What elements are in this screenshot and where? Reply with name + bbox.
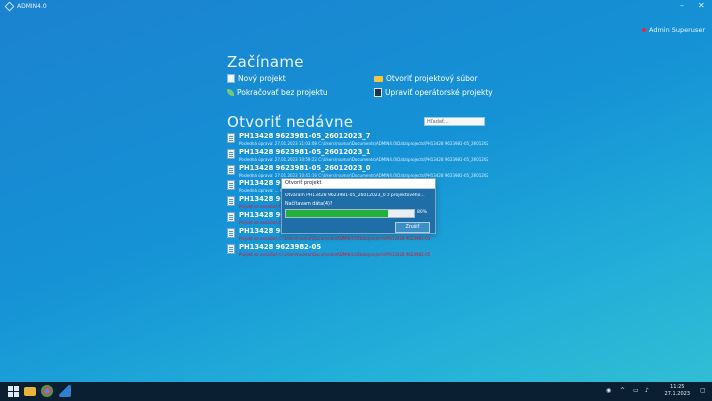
recent-project-name: PH13428 9623981-05_26012023_7 bbox=[239, 132, 371, 140]
app-title: ADMIN4.0 bbox=[4, 1, 47, 12]
dialog-title: Otvoriť projekt bbox=[282, 179, 435, 189]
recent-project-name: PH13428 9623982-05 bbox=[239, 242, 322, 251]
user-label: Admin Superuser bbox=[648, 26, 705, 34]
close-button[interactable]: ✕ bbox=[698, 1, 705, 10]
edit-operator-projects-link[interactable]: Upraviť operátorské projekty bbox=[374, 88, 493, 97]
project-file-icon bbox=[227, 180, 235, 191]
recent-project-path: Posledná úprava: 27.01.2023 10:59:22 C:\… bbox=[239, 156, 488, 162]
chrome-icon[interactable] bbox=[41, 385, 53, 397]
minimize-button[interactable]: – bbox=[680, 1, 684, 10]
new-document-icon bbox=[227, 74, 235, 83]
volume-icon[interactable]: ♪ bbox=[645, 387, 649, 394]
dialog-question: Načítavam dáta(4)? bbox=[285, 202, 333, 207]
open-recent-heading: Otvoriť nedávne bbox=[227, 113, 354, 131]
user-status-icon bbox=[641, 28, 646, 32]
file-explorer-icon[interactable] bbox=[24, 387, 36, 396]
start-button[interactable] bbox=[7, 385, 19, 397]
cancel-button[interactable]: Zrušiť bbox=[395, 222, 430, 233]
progress-bar bbox=[285, 209, 415, 218]
recent-project-name: PH13428 9623981-05_26012023_1 bbox=[239, 147, 371, 156]
recent-project-item[interactable]: PH13428 9623982-05 Projekt sa nenašiel: C… bbox=[227, 242, 489, 258]
network-icon[interactable]: ▭ bbox=[633, 387, 639, 394]
progress-percent: 80% bbox=[417, 210, 428, 215]
recent-project-path: Projekt sa nenašiel: C:\Users\rsumar\Doc… bbox=[239, 235, 431, 241]
dialog-message: Otváram PH13428 9623981-05_26012023_0 z … bbox=[285, 193, 425, 198]
expand-tray-icon[interactable]: ^ bbox=[620, 387, 625, 394]
project-file-icon bbox=[227, 227, 235, 238]
recent-search-input[interactable]: Hľadať... bbox=[424, 117, 485, 126]
recent-project-name: PH13428 9623981-05_26012023_0 bbox=[239, 163, 371, 172]
taskbar: ◉ ^ ▭ ♪ 11:25 27.1.2023 ▢ bbox=[0, 382, 712, 401]
recent-project-item[interactable]: PH13428 9623981-05_26012023_1 Posledná úp… bbox=[227, 147, 489, 163]
recent-project-item[interactable]: PH13428 9623981-05_26012023_7 Posledná úp… bbox=[227, 131, 489, 147]
leaf-icon bbox=[227, 89, 234, 96]
continue-without-project-label: Pokračovať bez projektu bbox=[237, 88, 328, 97]
project-file-icon bbox=[227, 164, 235, 175]
app-logo-icon bbox=[4, 1, 15, 12]
project-file-icon bbox=[227, 196, 235, 207]
recent-project-item[interactable]: PH13428 9623981-05_26012023_0 Posledná úp… bbox=[227, 163, 489, 179]
user-indicator[interactable]: Admin Superuser bbox=[641, 26, 705, 34]
project-file-icon bbox=[227, 148, 235, 159]
open-project-file-label: Otvoriť projektový súbor bbox=[386, 74, 478, 83]
clock[interactable]: 11:25 27.1.2023 bbox=[665, 384, 690, 398]
project-file-icon bbox=[227, 211, 235, 222]
clipboard-icon bbox=[374, 88, 382, 97]
project-file-icon bbox=[227, 133, 235, 143]
clock-date: 27.1.2023 bbox=[664, 391, 690, 397]
recent-project-path: Posledná úprava: 27.01.2023 11:03:08 C:\… bbox=[239, 141, 488, 146]
admin-app-icon[interactable] bbox=[59, 385, 71, 397]
open-project-file-link[interactable]: Otvoriť projektový súbor bbox=[374, 74, 478, 83]
title-bar: ADMIN4.0 – ✕ bbox=[0, 0, 712, 14]
recent-project-path: Projekt sa nenašiel: C:\Users\rsumar\Doc… bbox=[239, 251, 431, 257]
clock-time: 11:25 bbox=[670, 384, 685, 390]
dialog-body: Otváram PH13428 9623981-05_26012023_0 z … bbox=[282, 189, 435, 233]
edit-operator-projects-label: Upraviť operátorské projekty bbox=[385, 88, 493, 97]
continue-without-project-link[interactable]: Pokračovať bez projektu bbox=[227, 88, 328, 97]
open-project-dialog: Otvoriť projekt Otváram PH13428 9623981-… bbox=[281, 178, 436, 234]
getting-started-heading: Začíname bbox=[227, 53, 304, 71]
help-icon[interactable]: ◉ bbox=[606, 387, 611, 394]
new-project-link[interactable]: Nový projekt bbox=[227, 74, 286, 83]
folder-icon bbox=[374, 75, 383, 82]
new-project-label: Nový projekt bbox=[238, 74, 286, 83]
progress-bar-fill bbox=[286, 210, 389, 217]
recent-project-path: Posledná úprava: 27.01.2023 10:41:16 C:\… bbox=[239, 172, 488, 178]
project-file-icon bbox=[227, 243, 235, 254]
app-title-text: ADMIN4.0 bbox=[17, 3, 47, 10]
notifications-icon[interactable]: ▢ bbox=[700, 387, 706, 394]
